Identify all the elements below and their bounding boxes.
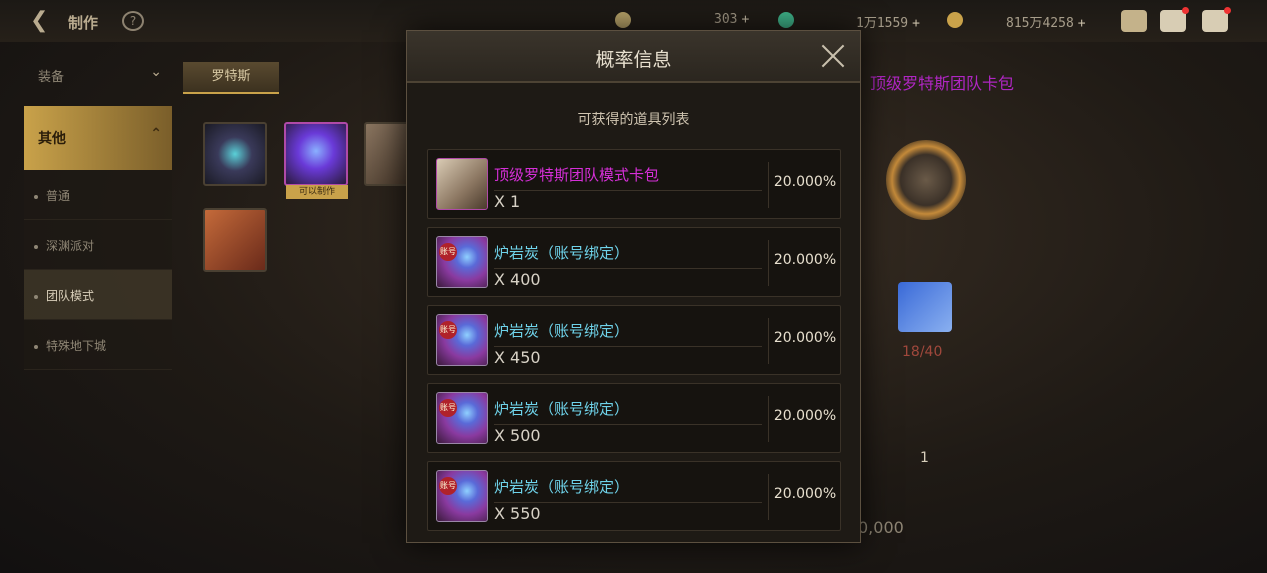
sidebar-category-other[interactable]: 其他 ⌃ [24, 106, 172, 170]
bullet-icon [34, 244, 38, 249]
account-bound-stamp: 账号 [439, 321, 457, 339]
sidebar-item-normal[interactable]: 普通 [24, 170, 172, 220]
lava-coal-icon: 账号 [436, 314, 488, 366]
sidebar-item-label: 普通 [46, 189, 71, 203]
quantity-value[interactable]: 1 [920, 450, 929, 466]
page-title: 制作 [68, 14, 99, 32]
list-item[interactable]: 账号 炉岩炭（账号绑定） X 500 20.000% [427, 383, 841, 453]
mail-icon[interactable] [1160, 7, 1189, 32]
item-quantity: X 400 [494, 270, 541, 289]
sidebar: 装备 ⌄ 其他 ⌃ 普通 深渊派对 团队模式 特殊地下城 [24, 58, 172, 370]
craft-item-2[interactable] [284, 122, 348, 186]
lava-coal-icon: 账号 [436, 470, 488, 522]
modal-header: 概率信息 [407, 31, 860, 83]
chat-badge [1224, 7, 1231, 14]
item-quantity: X 1 [494, 192, 521, 211]
item-name: 炉岩炭（账号绑定） [494, 322, 630, 340]
currency-3[interactable]: 815万4258 + [1006, 12, 1086, 31]
divider [494, 424, 762, 425]
gold-coin-icon [947, 12, 963, 28]
material-icon[interactable] [898, 282, 952, 332]
currency-2-value: 1万1559 [856, 16, 909, 31]
item-probability: 20.000% [773, 252, 837, 268]
craft-item-1[interactable] [203, 122, 267, 186]
currency-3-plus[interactable]: + [1078, 16, 1086, 31]
sidebar-category-label: 其他 [38, 131, 66, 147]
item-quantity: X 550 [494, 504, 541, 523]
sidebar-item-team-mode[interactable]: 团队模式 [24, 270, 172, 320]
back-arrow-icon[interactable]: ❮ [30, 9, 56, 33]
mail-badge [1182, 7, 1189, 14]
chevron-down-icon: ⌄ [150, 64, 162, 80]
divider [768, 318, 769, 364]
modal-title: 概率信息 [595, 49, 672, 71]
bullet-icon [34, 294, 38, 299]
lava-coal-icon: 账号 [436, 392, 488, 444]
list-item[interactable]: 顶级罗特斯团队模式卡包 X 1 20.000% [427, 149, 841, 219]
sidebar-header-label: 装备 [38, 70, 65, 85]
selected-item-orb [886, 140, 966, 220]
divider [494, 502, 762, 503]
probability-modal: 概率信息 可获得的道具列表 顶级罗特斯团队模式卡包 X 1 20.000% 账号… [406, 30, 861, 543]
close-icon[interactable] [820, 43, 846, 69]
item-probability: 20.000% [773, 330, 837, 346]
selected-item-title: 顶级罗特斯团队卡包 [870, 74, 1015, 93]
reward-list: 顶级罗特斯团队模式卡包 X 1 20.000% 账号 炉岩炭（账号绑定） X 4… [427, 149, 841, 539]
item-name: 顶级罗特斯团队模式卡包 [494, 166, 660, 184]
hat-icon[interactable] [1121, 10, 1147, 32]
tab-lotus[interactable]: 罗特斯 [183, 62, 279, 94]
item-probability: 20.000% [773, 486, 837, 502]
divider [768, 474, 769, 520]
item-quantity: X 500 [494, 426, 541, 445]
divider [494, 268, 762, 269]
card-box-icon [436, 158, 488, 210]
item-name: 炉岩炭（账号绑定） [494, 400, 630, 418]
craftable-tag: 可以制作 [286, 185, 348, 199]
sidebar-header-equipment[interactable]: 装备 ⌄ [24, 58, 172, 92]
sidebar-item-label: 特殊地下城 [46, 339, 107, 353]
list-item[interactable]: 账号 炉岩炭（账号绑定） X 450 20.000% [427, 305, 841, 375]
material-count: 18/40 [902, 344, 943, 360]
item-probability: 20.000% [773, 174, 837, 190]
sidebar-item-label: 团队模式 [46, 289, 95, 303]
sidebar-item-special-dungeon[interactable]: 特殊地下城 [24, 320, 172, 370]
account-bound-stamp: 账号 [439, 399, 457, 417]
green-gem-icon [778, 12, 794, 28]
divider [494, 190, 762, 191]
divider [768, 396, 769, 442]
currency-2[interactable]: 1万1559 + [856, 12, 920, 31]
chat-icon[interactable] [1202, 7, 1231, 32]
currency-1[interactable]: 303 + [714, 12, 749, 27]
bullet-icon [34, 344, 38, 349]
divider [768, 240, 769, 286]
item-name: 炉岩炭（账号绑定） [494, 244, 630, 262]
sidebar-item-abyss-party[interactable]: 深渊派对 [24, 220, 172, 270]
moon-coin-icon [615, 12, 631, 28]
modal-subtitle: 可获得的道具列表 [577, 112, 690, 128]
list-item[interactable]: 账号 炉岩炭（账号绑定） X 400 20.000% [427, 227, 841, 297]
account-bound-stamp: 账号 [439, 243, 457, 261]
item-name: 炉岩炭（账号绑定） [494, 478, 630, 496]
cost-value: 0,000 [858, 518, 904, 537]
divider [768, 162, 769, 208]
item-quantity: X 450 [494, 348, 541, 367]
chevron-up-icon: ⌃ [150, 126, 162, 142]
currency-1-value: 303 [714, 12, 738, 27]
divider [494, 346, 762, 347]
item-probability: 20.000% [773, 408, 837, 424]
currency-2-plus[interactable]: + [912, 16, 920, 31]
bullet-icon [34, 194, 38, 199]
list-item[interactable]: 账号 炉岩炭（账号绑定） X 550 20.000% [427, 461, 841, 531]
account-bound-stamp: 账号 [439, 477, 457, 495]
currency-1-plus[interactable]: + [741, 12, 749, 27]
lava-coal-icon: 账号 [436, 236, 488, 288]
craft-item-4[interactable] [203, 208, 267, 272]
help-icon[interactable]: ? [122, 11, 144, 31]
sidebar-item-label: 深渊派对 [46, 239, 95, 253]
currency-3-value: 815万4258 [1006, 16, 1074, 31]
